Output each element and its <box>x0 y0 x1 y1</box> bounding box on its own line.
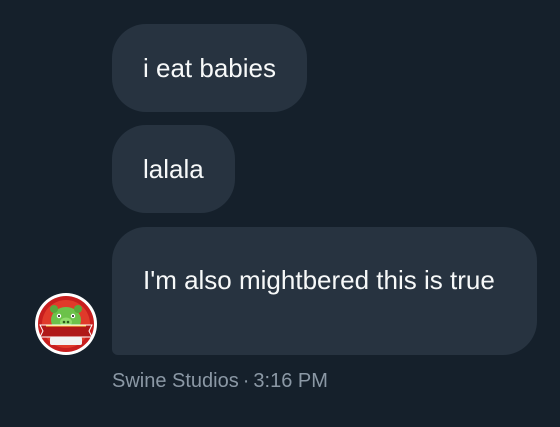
sender-name[interactable]: Swine Studios <box>112 370 239 392</box>
separator-dot: · <box>242 370 250 392</box>
pig-logo-icon <box>35 293 97 355</box>
message-bubble[interactable]: i eat babies <box>112 24 307 112</box>
message-text: lalala <box>143 154 204 184</box>
message-text: I'm also mightbered this is true <box>143 265 495 295</box>
message-text: i eat babies <box>143 53 276 83</box>
avatar[interactable] <box>34 292 98 356</box>
timestamp: 3:16 PM <box>253 370 328 392</box>
dm-conversation: i eat babies lalala I'm also mightbered … <box>0 0 560 427</box>
message-bubble[interactable]: I'm also mightbered this is true <box>112 227 537 355</box>
message-bubble[interactable]: lalala <box>112 125 235 213</box>
message-meta: Swine Studios · 3:16 PM <box>112 370 328 393</box>
